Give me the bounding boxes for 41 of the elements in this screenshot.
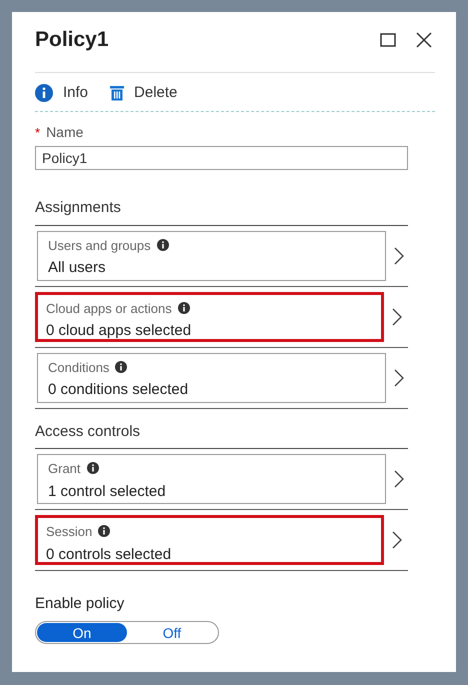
assignment-card[interactable]: Cloud apps or actions 0 cloud apps selected xyxy=(35,292,384,342)
field-label: Name xyxy=(46,123,84,142)
info-icon xyxy=(115,360,128,372)
maximize-icon[interactable] xyxy=(380,33,396,47)
chevron-right-icon[interactable] xyxy=(394,246,404,264)
assignment-card[interactable]: Users and groups All users xyxy=(37,230,386,280)
info-icon xyxy=(86,462,99,474)
panel-title: Policy1 xyxy=(35,27,109,54)
chevron-right-icon[interactable] xyxy=(394,470,404,488)
info-icon xyxy=(35,84,53,102)
chevron-right-icon[interactable] xyxy=(392,308,402,326)
chevron-right-icon[interactable] xyxy=(392,531,402,549)
card-value: 0 controls selected xyxy=(46,544,172,564)
required-mark: * xyxy=(35,124,40,142)
card-value: All users xyxy=(48,258,107,278)
info-icon xyxy=(178,302,190,314)
card-value: 0 cloud apps selected xyxy=(46,321,192,341)
chevron-right-icon[interactable] xyxy=(394,368,404,386)
section-heading: Assignments xyxy=(35,197,408,226)
info-icon xyxy=(98,525,110,537)
assignment-card[interactable]: Grant 1 control selected xyxy=(37,454,386,504)
delete-button[interactable]: Delete xyxy=(110,82,178,104)
section-heading: Access controls xyxy=(35,420,408,449)
name-field[interactable]: Policy1 xyxy=(35,146,408,170)
card-value: 1 control selected xyxy=(48,482,167,502)
toggle-option[interactable]: On xyxy=(37,622,127,642)
close-icon[interactable] xyxy=(416,32,432,48)
trash-icon xyxy=(110,85,124,101)
card-value: 0 conditions selected xyxy=(48,380,190,400)
card-label: Conditions xyxy=(48,360,110,374)
info-button[interactable]: Info xyxy=(35,82,88,104)
assignment-card[interactable]: Conditions 0 conditions selected xyxy=(37,352,386,402)
info-icon xyxy=(156,238,169,250)
toggle-switch[interactable]: On Off xyxy=(35,620,219,644)
card-label: Session xyxy=(46,524,92,539)
assignment-card[interactable]: Session 0 controls selected xyxy=(35,515,384,565)
toggle-option[interactable]: Off xyxy=(127,622,217,642)
toggle-label: Enable policy xyxy=(35,594,126,614)
card-label: Users and groups xyxy=(48,238,151,252)
card-label: Grant xyxy=(48,461,81,476)
card-label: Cloud apps or actions xyxy=(46,300,172,316)
